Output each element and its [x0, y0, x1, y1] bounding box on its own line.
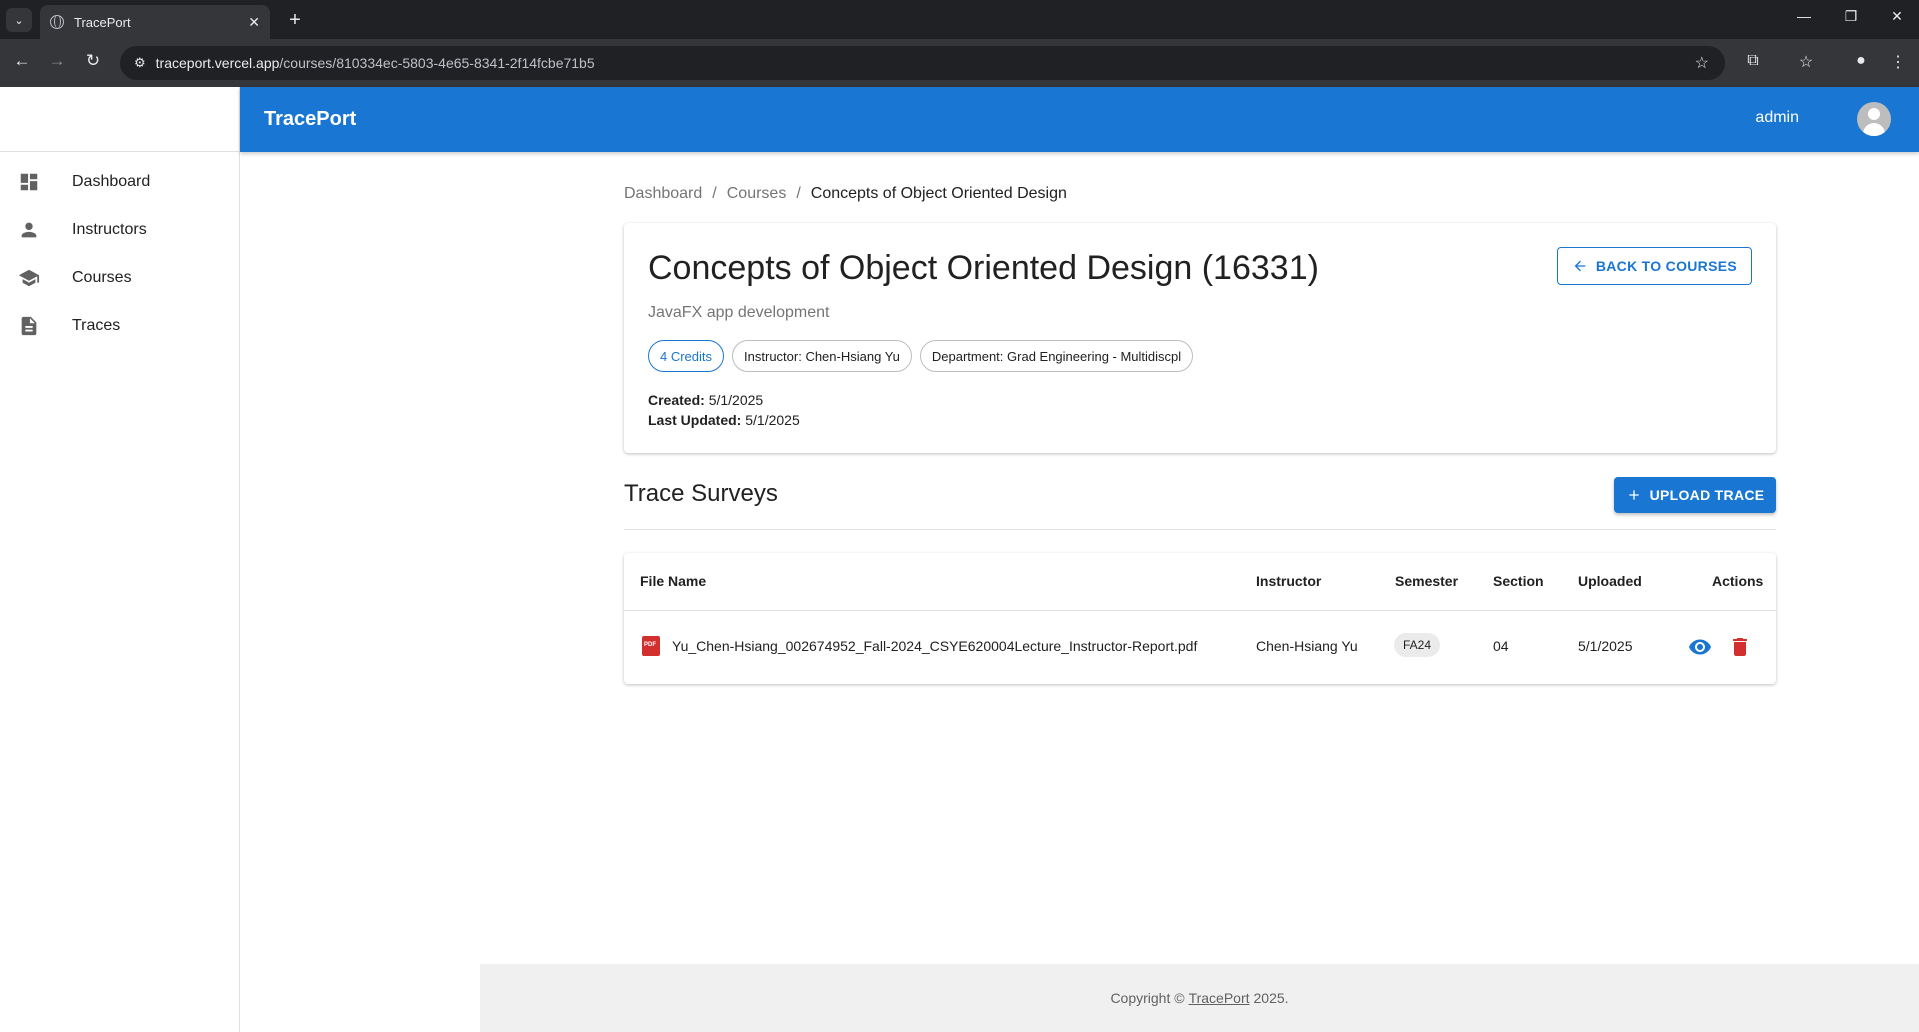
globe-icon	[50, 15, 64, 29]
file-name-cell: Yu_Chen-Hsiang_002674952_Fall-2024_CSYE6…	[672, 638, 1198, 654]
delete-trash-icon[interactable]	[1728, 635, 1752, 659]
footer-year: 2025.	[1253, 990, 1289, 1006]
footer-copyright: Copyright ©	[1110, 990, 1185, 1006]
tab-title: TracePort	[74, 14, 131, 30]
plus-icon	[1628, 490, 1639, 500]
url-text: traceport.vercel.app/courses/810334ec-58…	[155, 55, 595, 71]
sidebar-item-dashboard[interactable]: Dashboard	[0, 158, 239, 206]
created-label: Created:	[648, 392, 705, 408]
credits-chip: 4 Credits	[648, 340, 725, 372]
new-tab-icon[interactable]: +	[282, 8, 308, 32]
bookmark-star-icon[interactable]: ☆	[1695, 53, 1709, 73]
column-header-instructor[interactable]: Instructor	[1256, 573, 1321, 589]
username: admin	[1755, 109, 1799, 126]
traces-table: File Name Instructor Semester Section Up…	[624, 553, 1776, 684]
course-meta: Created: 5/1/2025 Last Updated: 5/1/2025	[648, 390, 800, 430]
course-description: JavaFX app development	[648, 304, 830, 321]
browser-tab[interactable]: TracePort ✕	[40, 5, 270, 39]
breadcrumb: Dashboard / Courses / Concepts of Object…	[624, 185, 1067, 203]
reload-icon[interactable]: ↻	[81, 51, 105, 71]
updated-value: 5/1/2025	[745, 412, 800, 428]
footer-brand-link[interactable]: TracePort	[1189, 990, 1250, 1006]
breadcrumb-link-dashboard[interactable]: Dashboard	[624, 185, 702, 203]
instructor-cell: Chen-Hsiang Yu	[1256, 638, 1358, 654]
app-header: TracePort admin	[240, 87, 1919, 152]
page-title: Concepts of Object Oriented Design (1633…	[648, 249, 1319, 287]
column-header-section[interactable]: Section	[1493, 573, 1544, 589]
breadcrumb-link-courses[interactable]: Courses	[727, 185, 787, 203]
dashboard-icon	[20, 173, 38, 191]
course-details-card: Concepts of Object Oriented Design (1633…	[624, 223, 1776, 453]
created-value: 5/1/2025	[708, 392, 764, 408]
person-icon	[21, 222, 37, 238]
pdf-file-icon	[642, 636, 660, 656]
window-close-icon[interactable]: ✕	[1882, 8, 1912, 25]
reading-list-icon[interactable]: ☆	[1794, 52, 1818, 72]
semester-chip: FA24	[1394, 633, 1441, 657]
section-title: Trace Surveys	[624, 480, 778, 507]
column-header-semester[interactable]: Semester	[1395, 573, 1458, 589]
sidebar-header	[0, 87, 239, 152]
department-chip: Department: Grad Engineering - Multidisc…	[919, 340, 1194, 372]
view-eye-icon[interactable]	[1688, 635, 1712, 659]
sidebar-item-traces[interactable]: Traces	[0, 302, 239, 350]
sidebar-item-label: Traces	[72, 317, 121, 334]
section-divider	[624, 529, 1776, 530]
table-header-divider	[624, 610, 1776, 611]
restore-icon[interactable]: ❐	[1836, 8, 1866, 25]
upload-trace-button[interactable]: UPLOAD TRACE	[1614, 477, 1776, 513]
breadcrumb-separator: /	[796, 185, 801, 202]
document-icon	[21, 316, 37, 336]
upload-trace-label: UPLOAD TRACE	[1649, 487, 1765, 503]
section-cell: 04	[1493, 638, 1509, 654]
back-to-courses-button[interactable]: BACK TO COURSES	[1556, 247, 1752, 285]
breadcrumb-separator: /	[712, 185, 717, 202]
menu-kebab-icon[interactable]: ⋮	[1886, 52, 1910, 72]
browser-toolbar: ← → ↻ ⚙ traceport.vercel.app/courses/810…	[0, 39, 1919, 87]
back-arrow-icon[interactable]: ←	[10, 51, 34, 71]
extensions-icon[interactable]: ⧉	[1741, 52, 1765, 70]
school-icon	[18, 269, 40, 287]
address-bar[interactable]: ⚙ traceport.vercel.app/courses/810334ec-…	[120, 46, 1725, 80]
sidebar-item-label: Courses	[72, 269, 132, 286]
sidebar-item-label: Dashboard	[72, 173, 151, 190]
breadcrumb-current: Concepts of Object Oriented Design	[810, 185, 1067, 202]
column-header-uploaded[interactable]: Uploaded	[1578, 573, 1642, 589]
column-header-file-name[interactable]: File Name	[640, 573, 706, 589]
updated-label: Last Updated:	[648, 412, 742, 428]
avatar[interactable]	[1857, 102, 1891, 136]
sidebar: Dashboard Instructors Courses Traces	[0, 87, 240, 1032]
browser-tab-bar: ⌄ TracePort ✕ + — ❐ ✕	[0, 0, 1919, 39]
column-header-actions: Actions	[1712, 573, 1764, 589]
footer: Copyright © TracePort 2025.	[480, 964, 1919, 1032]
sidebar-item-label: Instructors	[72, 221, 147, 238]
forward-arrow-icon[interactable]: →	[45, 51, 69, 71]
course-chips: 4 Credits Instructor: Chen-Hsiang Yu Dep…	[648, 340, 1194, 372]
sidebar-item-courses[interactable]: Courses	[0, 254, 239, 302]
profile-icon[interactable]: ●	[1849, 52, 1873, 70]
tab-search-chevron-icon[interactable]: ⌄	[6, 8, 32, 32]
tab-close-icon[interactable]: ✕	[248, 14, 260, 31]
back-to-courses-label: BACK TO COURSES	[1595, 258, 1737, 274]
instructor-chip: Instructor: Chen-Hsiang Yu	[732, 340, 912, 372]
uploaded-cell: 5/1/2025	[1578, 638, 1633, 654]
arrow-back-icon	[1574, 260, 1586, 272]
sidebar-nav: Dashboard Instructors Courses Traces	[0, 152, 239, 350]
sidebar-item-instructors[interactable]: Instructors	[0, 206, 239, 254]
site-info-icon[interactable]: ⚙	[134, 55, 146, 71]
minimize-icon[interactable]: —	[1789, 8, 1819, 24]
app-brand[interactable]: TracePort	[264, 108, 356, 131]
